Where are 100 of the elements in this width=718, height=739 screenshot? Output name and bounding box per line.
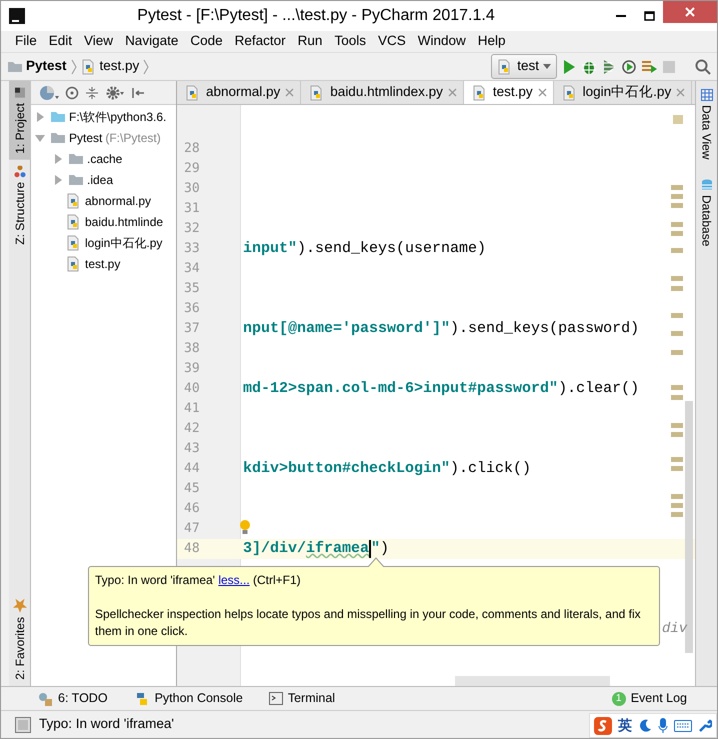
error-stripe-mark — [671, 457, 683, 462]
status-message: Typo: In word 'iframea' — [39, 715, 174, 734]
menu-item[interactable]: File — [9, 31, 43, 52]
line-number: 36 — [183, 300, 201, 318]
collapse-icon[interactable] — [85, 86, 99, 100]
tool-window-tab[interactable]: 2: Favorites — [9, 593, 31, 686]
panel-icon — [14, 87, 26, 99]
menu-item[interactable]: Tools — [328, 31, 372, 52]
code-line: 3]/div/iframea") — [242, 538, 390, 560]
profile-icon[interactable] — [621, 58, 637, 74]
tooltip-text: Typo: In word 'iframea' less... (Ctrl+F1) — [95, 572, 302, 589]
chevron-icon — [143, 58, 150, 74]
error-stripe-mark — [671, 231, 683, 236]
line-number: 33 — [183, 240, 201, 258]
input-method-bar[interactable]: 英 — [589, 713, 717, 738]
line-number: 46 — [183, 500, 201, 518]
tree-item[interactable]: .idea — [31, 169, 176, 190]
search-icon[interactable] — [695, 58, 711, 74]
tree-item[interactable]: baidu.htmlinde — [31, 211, 176, 232]
tool-window-tab[interactable]: 6: TODO — [37, 689, 108, 708]
wrench-icon — [698, 718, 712, 732]
error-stripe-mark — [671, 185, 683, 190]
error-stripe-mark — [671, 350, 683, 355]
breadcrumb-item[interactable]: Pytest — [7, 56, 67, 77]
menu-item[interactable]: Code — [184, 31, 229, 52]
error-stripe-mark — [671, 466, 683, 471]
editor-tab[interactable]: login中石化.py — [554, 81, 692, 104]
tool-window-tab[interactable]: Z: Structure — [9, 160, 31, 250]
menu-item[interactable]: View — [78, 31, 120, 52]
line-number: 37 — [183, 320, 201, 338]
close-icon[interactable] — [285, 88, 294, 97]
tree-item[interactable]: test.py — [31, 253, 176, 274]
breadcrumb-item[interactable]: test.py — [80, 56, 140, 77]
tree-item[interactable]: login中石化.py — [31, 232, 176, 253]
tool-window-tab[interactable]: Terminal — [268, 689, 336, 708]
error-stripe-mark — [671, 248, 683, 253]
line-number: 31 — [183, 200, 201, 218]
close-icon[interactable] — [676, 88, 686, 97]
error-stripe-mark — [671, 331, 683, 336]
menu-item[interactable]: Window — [412, 31, 472, 52]
run-icon[interactable] — [561, 58, 577, 74]
tree-item[interactable]: abnormal.py — [31, 190, 176, 211]
error-stripe-mark — [671, 432, 683, 437]
error-stripe-mark — [671, 203, 683, 208]
line-number: 40 — [183, 380, 201, 398]
error-stripe-mark — [671, 276, 683, 281]
line-number: 43 — [183, 440, 201, 458]
error-stripe-mark — [671, 395, 683, 400]
error-stripe-mark — [671, 286, 683, 291]
keyboard-icon — [674, 720, 692, 732]
less-link[interactable]: less... — [218, 573, 250, 587]
run-configuration-dropdown[interactable]: test — [491, 54, 557, 79]
line-number: 48 — [183, 540, 201, 558]
tool-window-tab[interactable]: Data View — [696, 85, 716, 164]
line-number: 47 — [183, 520, 201, 538]
code-line: input").send_keys(username) — [242, 238, 486, 259]
menu-item[interactable]: Help — [472, 31, 512, 52]
list-run-icon[interactable] — [641, 58, 657, 74]
terminal-icon — [268, 692, 283, 705]
line-number: 39 — [183, 360, 201, 378]
menu-item[interactable]: Refactor — [228, 31, 292, 52]
line-number: 45 — [183, 480, 201, 498]
line-number: 34 — [183, 260, 201, 278]
menu-item[interactable]: VCS — [372, 31, 412, 52]
error-stripe-mark — [671, 503, 683, 508]
line-number: 28 — [183, 140, 201, 158]
close-button[interactable] — [663, 1, 717, 23]
close-icon[interactable] — [448, 88, 457, 97]
tree-item[interactable]: .cache — [31, 148, 176, 169]
line-number: 30 — [183, 180, 201, 198]
error-stripe-mark — [671, 313, 683, 318]
notification-count: 1 — [612, 692, 626, 706]
event-log-tab[interactable]: 1 Event Log — [612, 689, 687, 708]
editor-tab[interactable]: test.py — [464, 81, 554, 104]
target-icon[interactable] — [65, 86, 79, 100]
tool-window-tab[interactable]: Database — [696, 175, 716, 251]
pin-left-icon[interactable] — [131, 86, 145, 100]
error-stripe-mark — [671, 194, 683, 199]
menu-item[interactable]: Run — [292, 31, 328, 52]
code-fragment: div — [662, 620, 688, 639]
tree-item[interactable]: F:\软件\python3.6. — [31, 106, 176, 127]
menu-item[interactable]: Navigate — [119, 31, 184, 52]
database-icon — [700, 179, 712, 192]
coverage-icon[interactable] — [601, 58, 617, 74]
tree-item[interactable]: Pytest (F:\Pytest) — [31, 127, 176, 148]
scrollbar-thumb[interactable] — [455, 676, 610, 686]
gear-icon[interactable] — [105, 84, 125, 100]
star-icon — [13, 599, 27, 614]
tool-window-tab[interactable]: 1: Project — [9, 81, 31, 160]
line-number: 41 — [183, 400, 201, 418]
menu-item[interactable]: Edit — [42, 31, 78, 52]
error-stripe-mark — [671, 385, 683, 390]
line-number: 38 — [183, 340, 201, 358]
tool-window-tab[interactable]: Python Console — [134, 689, 243, 708]
close-icon[interactable] — [538, 88, 547, 97]
inspection-status-icon — [673, 115, 683, 124]
line-number: 44 — [183, 460, 201, 478]
pie-chart-icon[interactable] — [39, 84, 59, 100]
status-toggle-icon[interactable] — [15, 716, 31, 732]
caret-icon — [543, 64, 551, 70]
